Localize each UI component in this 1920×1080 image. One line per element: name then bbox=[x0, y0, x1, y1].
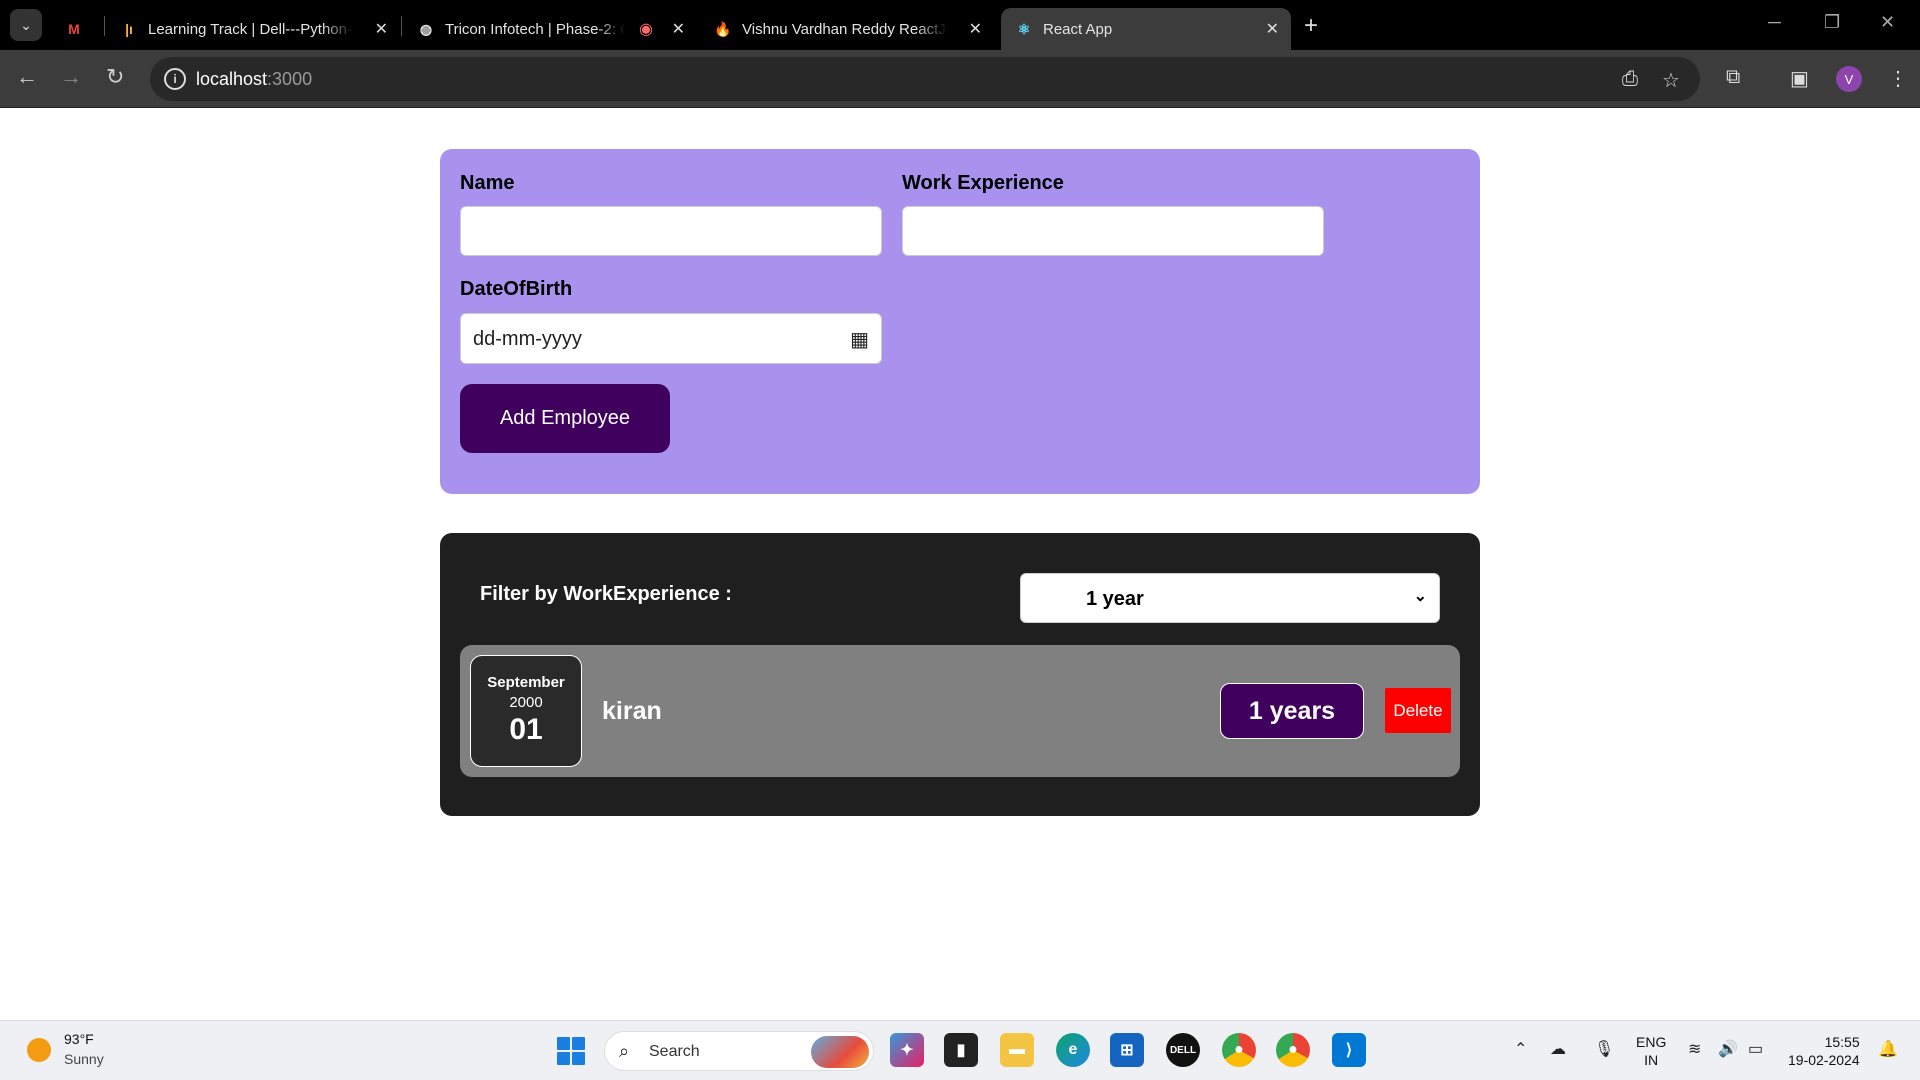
employee-list: Filter by WorkExperience : 1 year ⌄ Sept… bbox=[440, 533, 1480, 816]
dob-month: September bbox=[487, 674, 565, 691]
forward-arrow-icon[interactable]: → bbox=[60, 64, 82, 90]
react-icon: ⚛ bbox=[1017, 20, 1031, 37]
search-highlight-image bbox=[811, 1036, 869, 1068]
chrome-profile-icon[interactable]: ● bbox=[1276, 1033, 1310, 1067]
employee-form: Name Work Experience DateOfBirth dd-mm-y… bbox=[440, 149, 1480, 494]
task-view-icon[interactable]: ▮ bbox=[944, 1033, 978, 1067]
install-app-icon[interactable]: ⎙ bbox=[1622, 68, 1638, 91]
dob-badge: September 2000 01 bbox=[470, 655, 582, 767]
close-icon[interactable]: ✕ bbox=[375, 19, 388, 39]
dob-day: 01 bbox=[509, 713, 543, 746]
experience-badge: 1 years bbox=[1220, 683, 1364, 739]
onedrive-icon[interactable]: ☁ bbox=[1550, 1039, 1566, 1059]
chevron-down-icon: ⌄ bbox=[20, 16, 32, 33]
tab-strip: ⌄ M |ı Learning Track | Dell---Python-F … bbox=[0, 0, 1920, 50]
back-arrow-icon[interactable]: ← bbox=[16, 64, 38, 90]
volume-icon[interactable]: 🔊 bbox=[1718, 1039, 1738, 1059]
sun-icon[interactable] bbox=[27, 1038, 51, 1062]
tab-title: React App bbox=[1043, 20, 1113, 38]
tab-title: Learning Track | Dell---Python-F bbox=[148, 20, 353, 38]
microphone-icon[interactable]: 🎙 bbox=[1594, 1039, 1614, 1059]
dob-placeholder: dd-mm-yyyy bbox=[473, 328, 582, 350]
taskbar: 93°F Sunny ⌕ Search ✦ ▮ ▬ e ⊞ DELL ● ● ⟩… bbox=[0, 1020, 1920, 1080]
side-panel-icon[interactable]: ▣ bbox=[1790, 66, 1809, 91]
minimize-icon[interactable]: ─ bbox=[1768, 12, 1781, 33]
name-label: Name bbox=[460, 172, 515, 194]
wifi-icon[interactable]: ≋ bbox=[1688, 1039, 1701, 1059]
employee-name: kiran bbox=[602, 697, 662, 725]
gmail-icon: M bbox=[68, 21, 80, 37]
search-label: Search bbox=[649, 1043, 700, 1060]
menu-kebab-icon[interactable]: ⋮ bbox=[1888, 66, 1908, 91]
filter-selected-value: 1 year bbox=[1086, 588, 1144, 610]
lang-code: ENG bbox=[1636, 1034, 1667, 1050]
reload-icon[interactable]: ↻ bbox=[106, 64, 124, 90]
close-icon[interactable]: ✕ bbox=[969, 19, 982, 39]
chevron-down-icon: ⌄ bbox=[1413, 588, 1427, 605]
weather-temp[interactable]: 93°F bbox=[64, 1031, 94, 1047]
clock-date: 19-02-2024 bbox=[1788, 1052, 1860, 1068]
flame-icon: 🔥 bbox=[714, 20, 732, 37]
url-host: localhost bbox=[196, 69, 268, 89]
work-experience-input[interactable] bbox=[902, 206, 1324, 256]
store-icon[interactable]: ⊞ bbox=[1110, 1033, 1144, 1067]
tab-title: Tricon Infotech | Phase-2: Cr bbox=[445, 20, 625, 38]
extensions-icon[interactable]: ⧉ bbox=[1726, 66, 1740, 89]
windows-start-icon[interactable] bbox=[557, 1037, 585, 1065]
tray-overflow-icon[interactable]: ⌃ bbox=[1514, 1039, 1527, 1059]
dob-input[interactable]: dd-mm-yyyy ▦ bbox=[460, 313, 882, 364]
work-experience-label: Work Experience bbox=[902, 172, 1064, 194]
experience-filter-select[interactable]: 1 year ⌄ bbox=[1020, 573, 1440, 623]
tab-separator bbox=[401, 16, 402, 36]
search-icon: ⌕ bbox=[619, 1041, 630, 1061]
employee-row: September 2000 01 kiran 1 years Delete bbox=[460, 645, 1460, 777]
filter-label: Filter by WorkExperience : bbox=[480, 583, 732, 605]
vscode-icon[interactable]: ⟩ bbox=[1332, 1033, 1366, 1067]
tab-tricon[interactable]: ◍ Tricon Infotech | Phase-2: Cr ◉ ✕ bbox=[403, 8, 697, 50]
address-bar[interactable]: i localhost:3000 ⎙ ☆ bbox=[150, 57, 1700, 101]
chrome-icon[interactable]: ● bbox=[1222, 1033, 1256, 1067]
clock-time: 15:55 bbox=[1824, 1034, 1860, 1050]
tab-learning-track[interactable]: |ı Learning Track | Dell---Python-F ✕ bbox=[106, 8, 400, 50]
window-close-icon[interactable]: ✕ bbox=[1880, 12, 1895, 33]
name-input[interactable] bbox=[460, 206, 882, 256]
site-info-icon[interactable]: i bbox=[164, 68, 186, 90]
tab-gmail[interactable]: M bbox=[52, 8, 92, 50]
calendar-icon[interactable]: ▦ bbox=[850, 327, 869, 352]
battery-icon[interactable]: ▭ bbox=[1748, 1039, 1763, 1059]
copilot-icon[interactable]: ✦ bbox=[890, 1033, 924, 1067]
bar-chart-icon: |ı bbox=[125, 21, 133, 37]
url-port: :3000 bbox=[267, 69, 313, 89]
taskbar-search[interactable]: ⌕ Search bbox=[604, 1031, 874, 1071]
lang-region: IN bbox=[1644, 1052, 1659, 1068]
new-tab-plus-icon[interactable]: + bbox=[1304, 12, 1318, 40]
tab-vishnu[interactable]: 🔥 Vishnu Vardhan Reddy ReactJS ✕ bbox=[700, 8, 994, 50]
weather-desc[interactable]: Sunny bbox=[64, 1051, 104, 1067]
dob-label: DateOfBirth bbox=[460, 278, 573, 300]
close-icon[interactable]: ✕ bbox=[1266, 19, 1279, 39]
tab-react-app[interactable]: ⚛ React App ✕ bbox=[1001, 8, 1291, 50]
clock[interactable]: 15:55 19-02-2024 bbox=[1788, 1033, 1860, 1069]
edge-icon[interactable]: e bbox=[1056, 1033, 1090, 1067]
file-explorer-icon[interactable]: ▬ bbox=[1000, 1033, 1034, 1067]
recording-icon: ◉ bbox=[639, 21, 653, 38]
url-text: localhost:3000 bbox=[196, 69, 312, 90]
bookmark-star-icon[interactable]: ☆ bbox=[1662, 68, 1680, 93]
notification-bell-icon[interactable]: 🔔 bbox=[1878, 1039, 1898, 1059]
tab-separator bbox=[104, 16, 105, 36]
dell-icon[interactable]: DELL bbox=[1166, 1033, 1200, 1067]
browser-toolbar: ← → ↻ i localhost:3000 ⎙ ☆ ⧉ ▣ V ⋮ bbox=[0, 50, 1920, 108]
language-indicator[interactable]: ENG IN bbox=[1636, 1033, 1666, 1069]
add-employee-button[interactable]: Add Employee bbox=[460, 384, 670, 453]
tab-title: Vishnu Vardhan Reddy ReactJS bbox=[742, 20, 947, 38]
restore-icon[interactable]: ❐ bbox=[1824, 12, 1840, 33]
delete-button[interactable]: Delete bbox=[1385, 688, 1451, 733]
globe-icon: ◍ bbox=[419, 20, 433, 37]
profile-avatar[interactable]: V bbox=[1836, 66, 1862, 92]
tab-search-button[interactable]: ⌄ bbox=[10, 9, 42, 41]
dob-year: 2000 bbox=[509, 694, 543, 711]
close-icon[interactable]: ✕ bbox=[672, 19, 685, 39]
